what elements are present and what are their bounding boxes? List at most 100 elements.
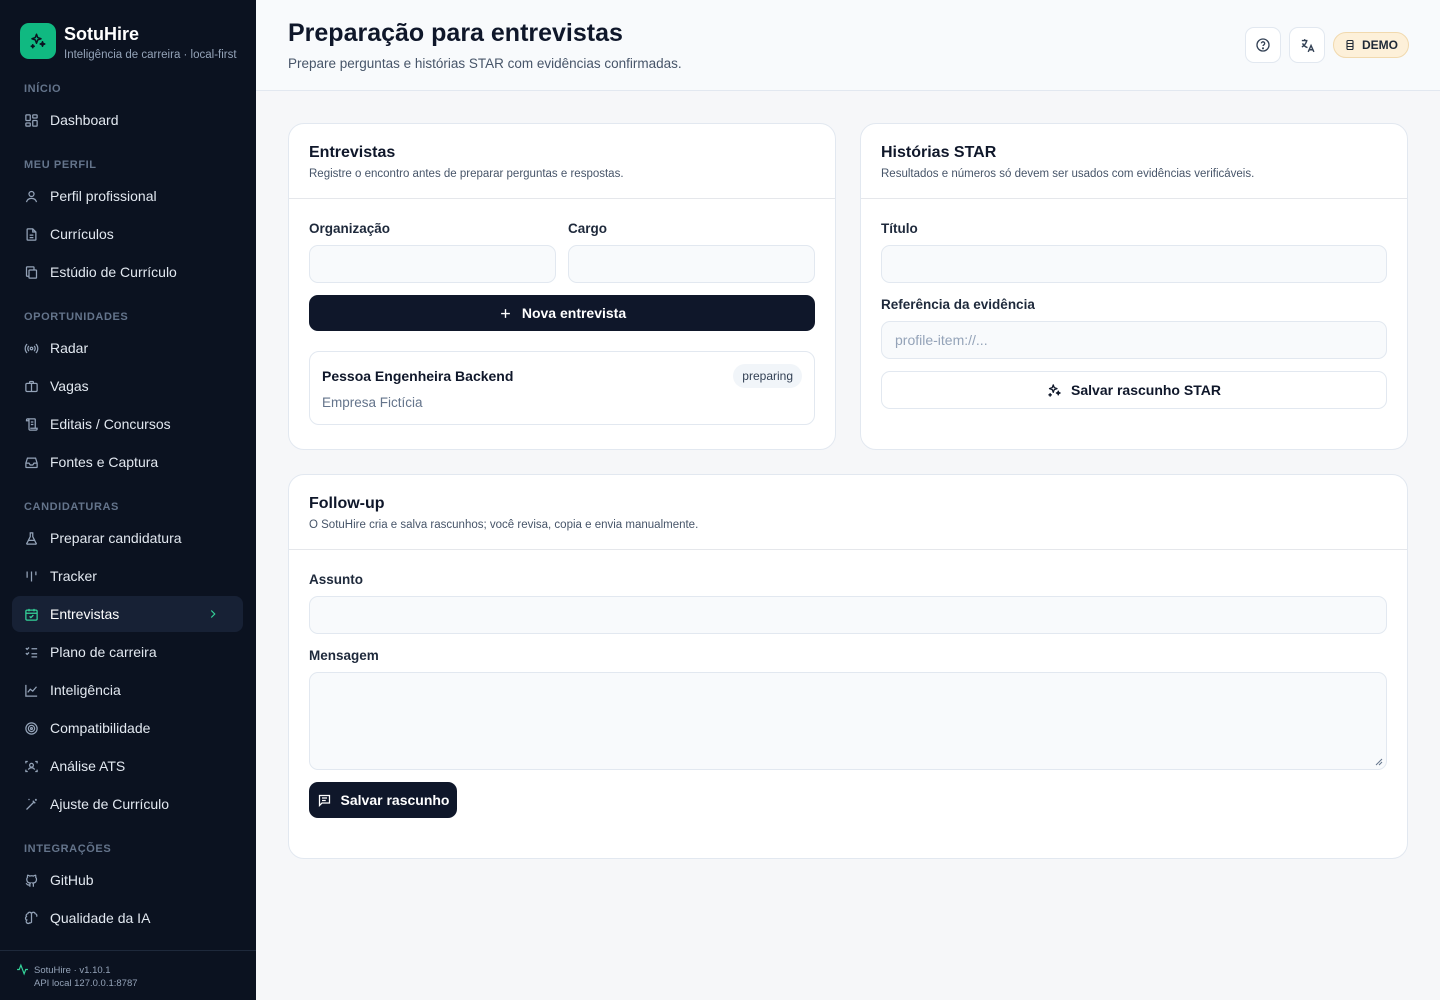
list-checks-icon bbox=[25, 646, 38, 657]
target-icon bbox=[25, 721, 38, 735]
new-interview-label: Nova entrevista bbox=[521, 305, 627, 321]
radar-icon bbox=[24, 343, 39, 353]
sidebar-item-label: Preparar candidatura bbox=[50, 530, 182, 546]
sidebar-item-label: GitHub bbox=[50, 872, 94, 888]
brain-icon bbox=[24, 911, 38, 924]
sparkles-icon bbox=[1048, 383, 1061, 397]
sidebar-item-qualidade-ia[interactable]: Qualidade da IA bbox=[12, 900, 243, 936]
sidebar-item-inteligencia[interactable]: Inteligência bbox=[12, 672, 243, 708]
briefcase-icon bbox=[25, 380, 38, 392]
resize-grip-icon[interactable] bbox=[1375, 758, 1383, 766]
followup-title: Follow-up bbox=[309, 495, 385, 512]
sidebar-item-github[interactable]: GitHub bbox=[12, 862, 243, 898]
chevron-right-icon bbox=[210, 610, 216, 618]
status-badge: preparing bbox=[733, 364, 802, 388]
activity-icon bbox=[17, 963, 28, 976]
help-button[interactable] bbox=[1245, 27, 1281, 63]
sidebar-item-estudio[interactable]: Estúdio de Currículo bbox=[12, 254, 243, 290]
sidebar-item-ajuste[interactable]: Ajuste de Currículo bbox=[12, 786, 243, 822]
sidebar-item-preparar[interactable]: Preparar candidatura bbox=[12, 520, 243, 556]
dashboard-icon bbox=[25, 113, 38, 127]
interviews-title: Entrevistas bbox=[309, 144, 396, 161]
sidebar-item-label: Qualidade da IA bbox=[50, 910, 151, 926]
copy-file-icon bbox=[25, 265, 38, 279]
page-subtitle: Prepare perguntas e histórias STAR com e… bbox=[288, 56, 682, 71]
interview-title: Pessoa Engenheira Backend bbox=[322, 368, 514, 384]
scan-icon bbox=[25, 760, 38, 772]
sidebar-item-label: Dashboard bbox=[50, 112, 119, 128]
sidebar-item-label: Fontes e Captura bbox=[50, 454, 159, 470]
sidebar-item-curriculos[interactable]: Currículos bbox=[12, 216, 243, 252]
sidebar-item-label: Editais / Concursos bbox=[50, 416, 171, 432]
new-interview-button[interactable]: Nova entrevista bbox=[309, 295, 815, 331]
sidebar-item-vagas[interactable]: Vagas bbox=[12, 368, 243, 404]
message-square-icon bbox=[318, 794, 330, 807]
sidebar-item-label: Perfil profissional bbox=[50, 188, 157, 204]
sidebar-item-label: Plano de carreira bbox=[50, 644, 157, 660]
scroll-icon bbox=[25, 417, 38, 431]
page-title: Preparação para entrevistas bbox=[288, 19, 623, 47]
calendar-icon bbox=[25, 608, 38, 621]
app-name: SotuHire bbox=[64, 24, 140, 44]
help-circle-icon bbox=[1256, 38, 1270, 52]
page-header: Preparação para entrevistas Prepare perg… bbox=[256, 0, 1440, 91]
database-icon bbox=[1346, 39, 1354, 51]
sidebar-nav: INÍCIO Dashboard MEU PERFIL Perfil profi… bbox=[12, 78, 243, 936]
github-icon bbox=[25, 874, 38, 887]
wand-icon bbox=[26, 798, 37, 810]
followup-card: Follow-up O SotuHire cria e salva rascun… bbox=[288, 474, 1408, 859]
sidebar-item-plano[interactable]: Plano de carreira bbox=[12, 634, 243, 670]
evidence-label: Referência da evidência bbox=[881, 297, 1035, 312]
sidebar-item-editais[interactable]: Editais / Concursos bbox=[12, 406, 243, 442]
sidebar-item-radar[interactable]: Radar bbox=[12, 330, 243, 366]
sidebar-item-label: Estúdio de Currículo bbox=[50, 264, 177, 280]
interview-list-item[interactable]: Pessoa Engenheira Backend Empresa Fictíc… bbox=[309, 351, 815, 425]
sidebar-footer: SotuHire · v1.10.1 API local 127.0.0.1:8… bbox=[0, 950, 256, 1000]
sidebar-item-label: Tracker bbox=[50, 568, 97, 584]
organization-input[interactable] bbox=[309, 245, 556, 283]
languages-icon bbox=[1301, 38, 1315, 52]
save-draft-label: Salvar rascunho bbox=[340, 792, 450, 808]
demo-badge: DEMO bbox=[1333, 32, 1409, 58]
demo-label: DEMO bbox=[1362, 38, 1398, 52]
sidebar-item-perfil[interactable]: Perfil profissional bbox=[12, 178, 243, 214]
sidebar-item-label: Currículos bbox=[50, 226, 114, 242]
columns-icon bbox=[26, 571, 37, 581]
sidebar-item-label: Análise ATS bbox=[50, 758, 126, 774]
followup-description: O SotuHire cria e salva rascunhos; você … bbox=[309, 519, 699, 531]
api-address: API local 127.0.0.1:8787 bbox=[34, 978, 138, 989]
sidebar-item-dashboard[interactable]: Dashboard bbox=[12, 102, 243, 138]
user-icon bbox=[25, 190, 38, 202]
star-stories-card: Histórias STAR Resultados e números só d… bbox=[860, 123, 1408, 450]
role-input[interactable] bbox=[568, 245, 815, 283]
message-textarea[interactable] bbox=[309, 672, 1387, 770]
sidebar-item-label: Ajuste de Currículo bbox=[50, 796, 170, 812]
app-version: SotuHire · v1.10.1 bbox=[34, 965, 111, 976]
save-star-button[interactable]: Salvar rascunho STAR bbox=[881, 371, 1387, 409]
sidebar-item-label: Inteligência bbox=[50, 682, 121, 698]
sidebar-item-compatibilidade[interactable]: Compatibilidade bbox=[12, 710, 243, 746]
brand[interactable]: SotuHire Inteligência de carreira · loca… bbox=[20, 23, 237, 63]
subject-input[interactable] bbox=[309, 596, 1387, 634]
plus-icon bbox=[500, 308, 510, 318]
evidence-input[interactable]: profile-item://... bbox=[881, 321, 1387, 359]
star-description: Resultados e números só devem ser usados… bbox=[881, 168, 1255, 180]
story-title-input[interactable] bbox=[881, 245, 1387, 283]
sidebar: SotuHire Inteligência de carreira · loca… bbox=[0, 0, 256, 1000]
inbox-icon bbox=[25, 457, 38, 468]
role-label: Cargo bbox=[568, 221, 608, 236]
sidebar-item-label: Radar bbox=[50, 340, 89, 356]
subject-label: Assunto bbox=[309, 572, 363, 587]
sidebar-item-ats[interactable]: Análise ATS bbox=[12, 748, 243, 784]
language-button[interactable] bbox=[1289, 27, 1325, 63]
sidebar-item-fontes[interactable]: Fontes e Captura bbox=[12, 444, 243, 480]
sidebar-item-tracker[interactable]: Tracker bbox=[12, 558, 243, 594]
line-chart-icon bbox=[25, 684, 38, 697]
sidebar-item-label: Entrevistas bbox=[50, 606, 120, 622]
save-draft-button[interactable]: Salvar rascunho bbox=[309, 782, 457, 818]
story-title-label: Título bbox=[881, 221, 918, 236]
nav-section-title: CANDIDATURAS bbox=[24, 501, 119, 513]
sidebar-item-entrevistas[interactable]: Entrevistas bbox=[12, 596, 243, 632]
nav-section-title: OPORTUNIDADES bbox=[24, 311, 129, 323]
sidebar-item-label: Compatibilidade bbox=[50, 720, 151, 736]
